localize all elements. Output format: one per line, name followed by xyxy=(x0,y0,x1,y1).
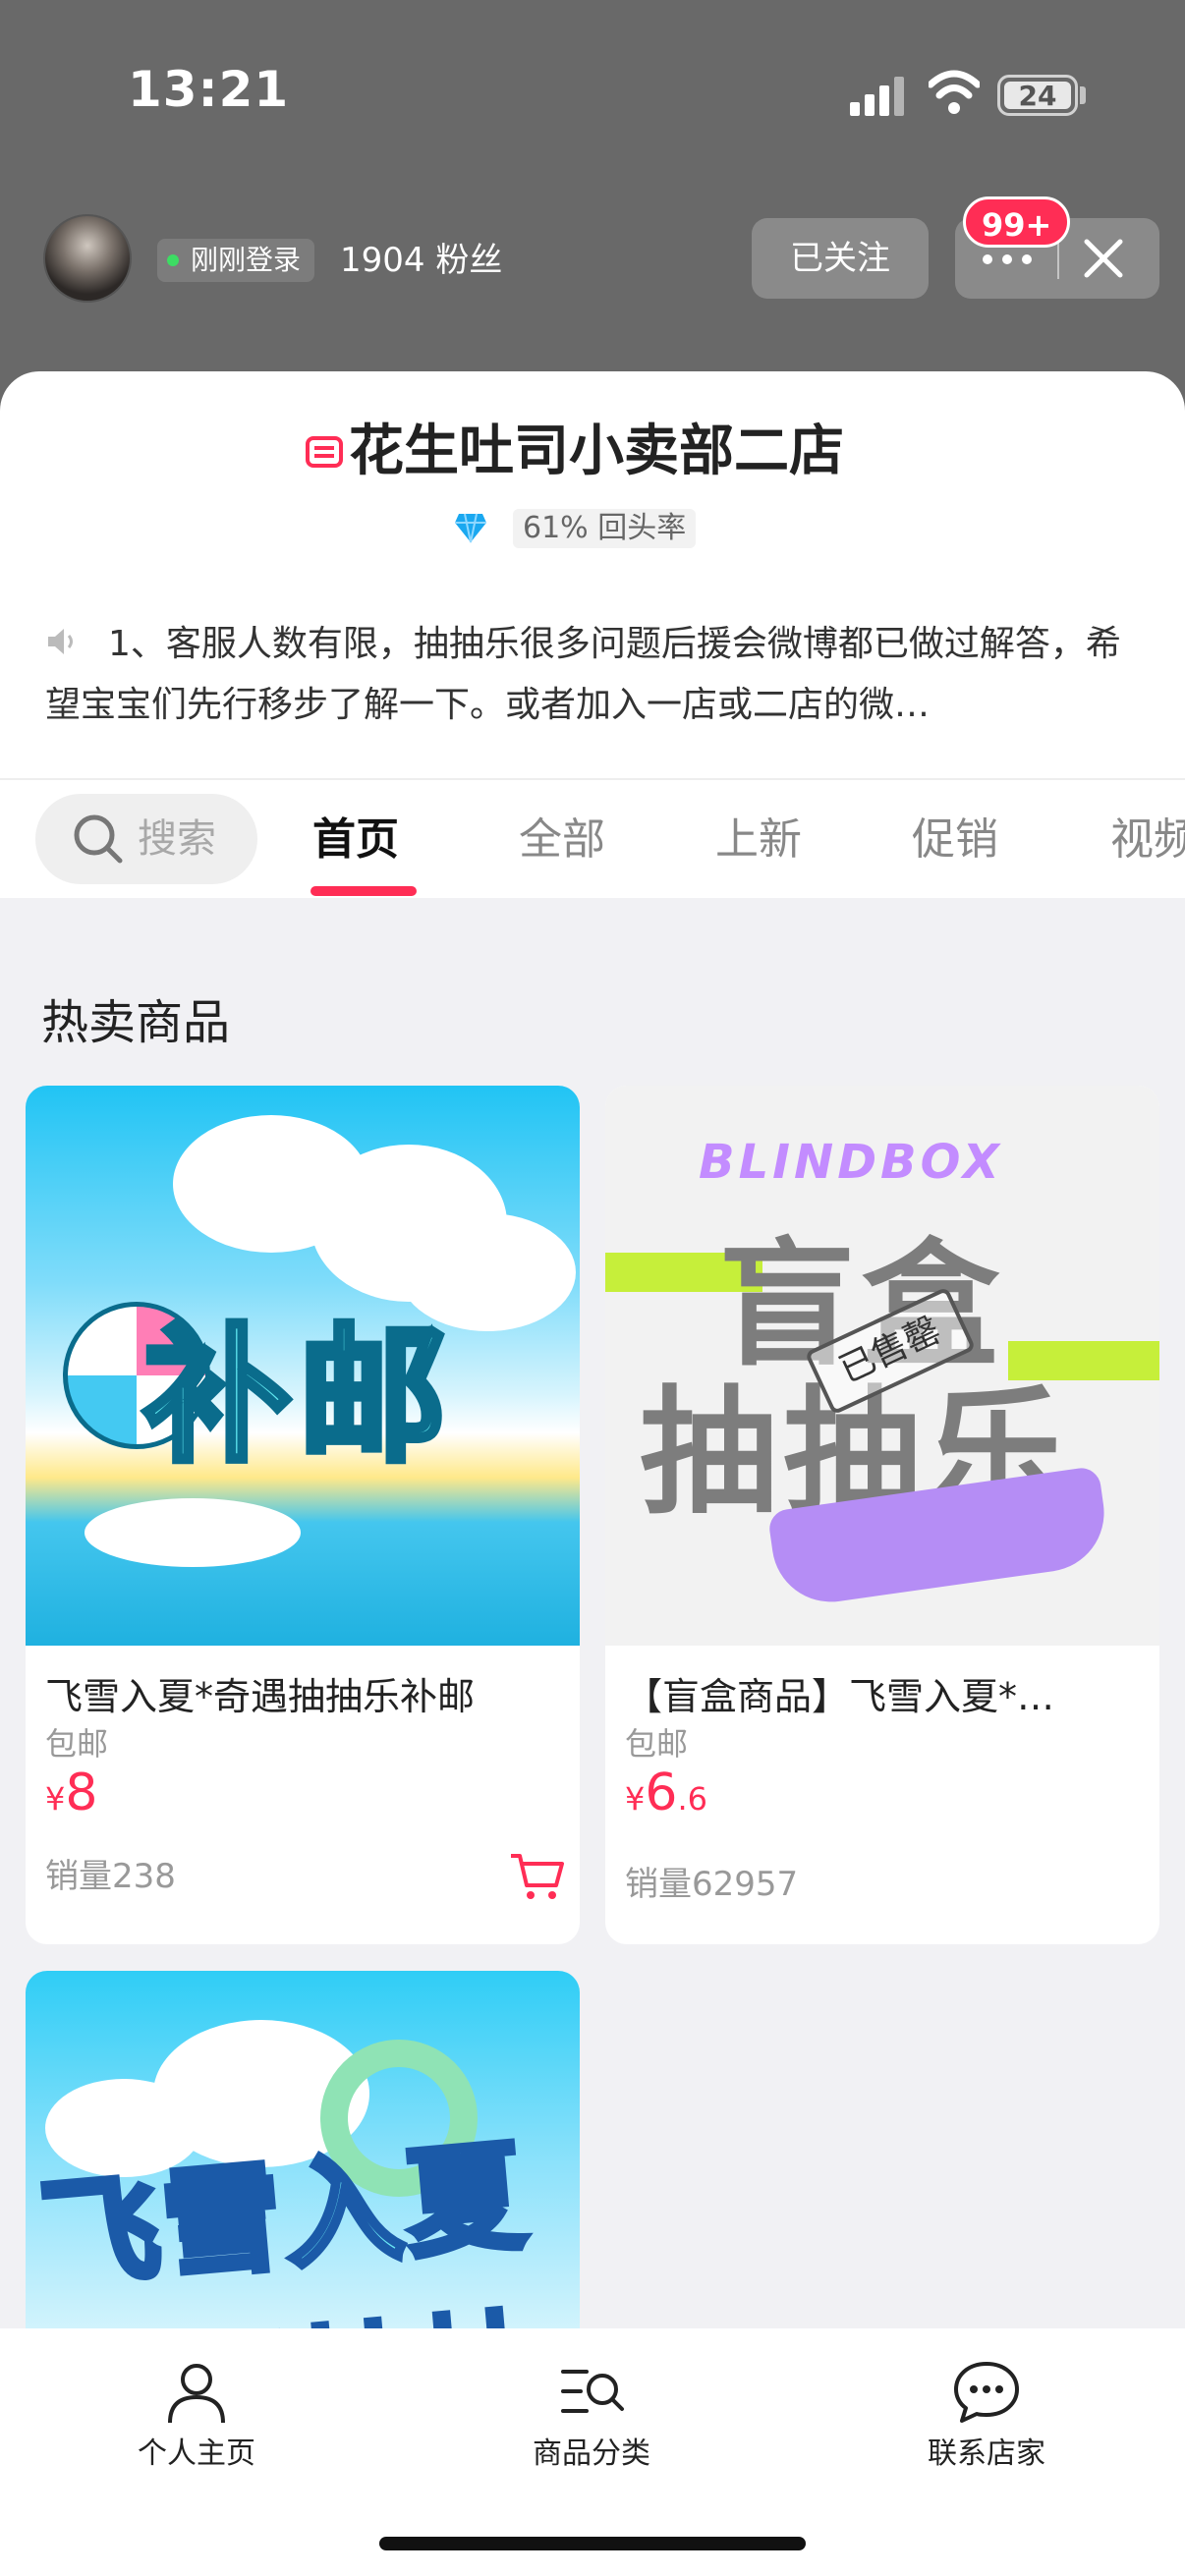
price-symbol: ¥ xyxy=(45,1780,66,1818)
nav-label: 联系店家 xyxy=(928,2436,1045,2471)
product-name[interactable]: 【盲盒商品】飞雪入夏*… xyxy=(625,1670,1136,1723)
battery-level: 24 xyxy=(1018,80,1057,112)
search-icon xyxy=(74,814,123,864)
return-rate-badge: 61% 回头率 xyxy=(513,509,697,548)
nav-category[interactable]: 商品分类 xyxy=(493,2358,690,2474)
price-integer: 8 xyxy=(65,1764,98,1822)
notification-badge: 99+ xyxy=(963,196,1071,248)
tab-promotion[interactable]: 促销 xyxy=(912,806,998,874)
product-card[interactable]: BLINDBOX 盲盒 抽抽乐 已售罄 【盲盒商品】飞雪入夏*… 包邮 ¥6.6… xyxy=(605,1086,1159,1944)
tab-home[interactable]: 首页 xyxy=(312,806,399,874)
product-price: ¥8 xyxy=(45,1764,97,1834)
nav-profile[interactable]: 个人主页 xyxy=(98,2358,295,2474)
shop-avatar[interactable] xyxy=(43,214,132,303)
product-card[interactable]: 补邮 飞雪入夏*奇遇抽抽乐补邮 包邮 ¥8 销量238 xyxy=(26,1086,580,1944)
cloud-shape xyxy=(85,1498,301,1567)
wifi-icon xyxy=(929,70,980,114)
active-tab-indicator xyxy=(310,886,417,896)
status-time: 13:21 xyxy=(128,61,290,118)
price-symbol: ¥ xyxy=(625,1780,646,1818)
cellular-signal-icon xyxy=(850,77,904,116)
diamond-icon xyxy=(455,513,486,543)
store-icon xyxy=(306,436,343,468)
tab-all[interactable]: 全部 xyxy=(519,806,605,874)
price-integer: 6 xyxy=(645,1764,678,1822)
battery-icon: 24 xyxy=(997,75,1078,116)
product-image-text: 补邮 xyxy=(141,1309,455,1485)
nav-contact[interactable]: 联系店家 xyxy=(888,2358,1085,2474)
product-sales: 销量238 xyxy=(45,1857,176,1896)
online-dot-icon xyxy=(167,254,179,266)
product-shipping: 包邮 xyxy=(625,1725,689,1763)
product-sales: 销量62957 xyxy=(625,1865,799,1904)
product-image: 补邮 xyxy=(26,1086,580,1646)
product-price: ¥6.6 xyxy=(625,1764,707,1834)
price-decimal: .6 xyxy=(677,1780,707,1818)
person-icon xyxy=(168,2364,225,2424)
login-status-badge: 刚刚登录 xyxy=(157,239,315,282)
product-card[interactable]: 飞雪入夏 奇遇抽抽乐 xyxy=(26,1971,580,2344)
section-title: 热卖商品 xyxy=(41,995,231,1050)
tab-video[interactable]: 视频 xyxy=(1110,806,1185,874)
product-name[interactable]: 飞雪入夏*奇遇抽抽乐补邮 xyxy=(45,1670,556,1723)
category-search-icon xyxy=(561,2370,624,2413)
close-icon[interactable] xyxy=(1081,236,1126,281)
home-indicator xyxy=(379,2537,806,2550)
shop-notice[interactable]: 1、客服人数有限，抽抽乐很多问题后援会微博都已做过解答，希望宝宝们先行移步了解一… xyxy=(45,614,1146,736)
product-image: BLINDBOX 盲盒 抽抽乐 已售罄 xyxy=(605,1086,1159,1646)
cart-icon[interactable] xyxy=(509,1852,566,1903)
battery-tip xyxy=(1080,86,1086,104)
search-placeholder: 搜索 xyxy=(138,816,216,862)
tab-new[interactable]: 上新 xyxy=(715,806,802,874)
follow-button[interactable]: 已关注 xyxy=(752,218,929,299)
divider xyxy=(0,778,1185,780)
nav-label: 商品分类 xyxy=(533,2436,650,2471)
chat-icon xyxy=(954,2362,1019,2423)
blindbox-label: BLINDBOX xyxy=(699,1135,1003,1190)
shop-name: 花生吐司小卖部二店 xyxy=(349,420,844,483)
fans-count: 1904 粉丝 xyxy=(340,241,503,280)
product-shipping: 包邮 xyxy=(45,1725,109,1763)
product-image: 飞雪入夏 奇遇抽抽乐 xyxy=(26,1971,580,2344)
nav-label: 个人主页 xyxy=(138,2436,255,2471)
